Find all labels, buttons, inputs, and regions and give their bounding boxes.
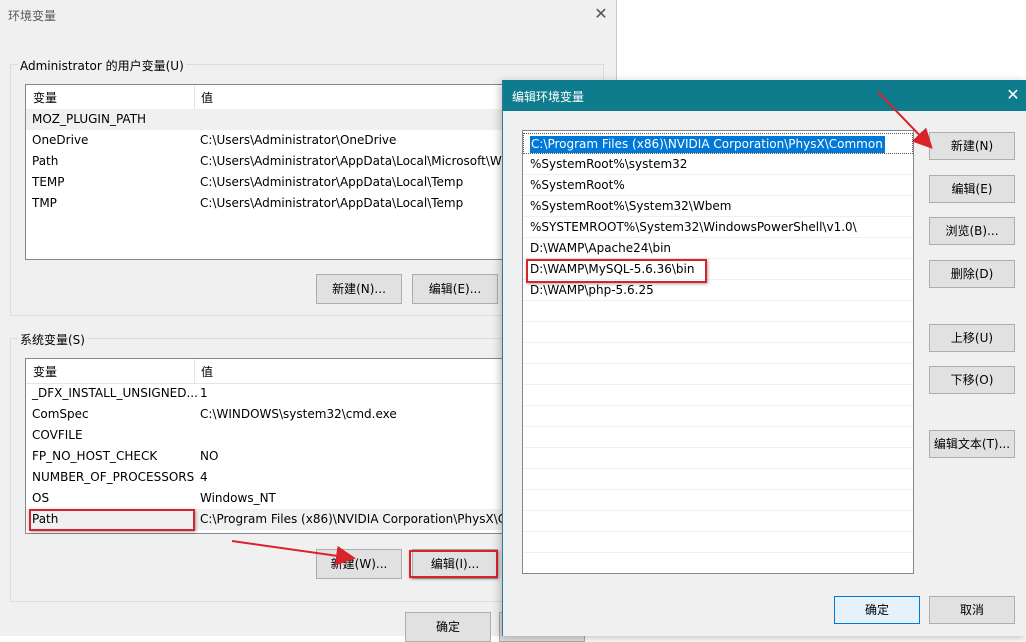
annotation-arrow-icon (877, 91, 933, 149)
